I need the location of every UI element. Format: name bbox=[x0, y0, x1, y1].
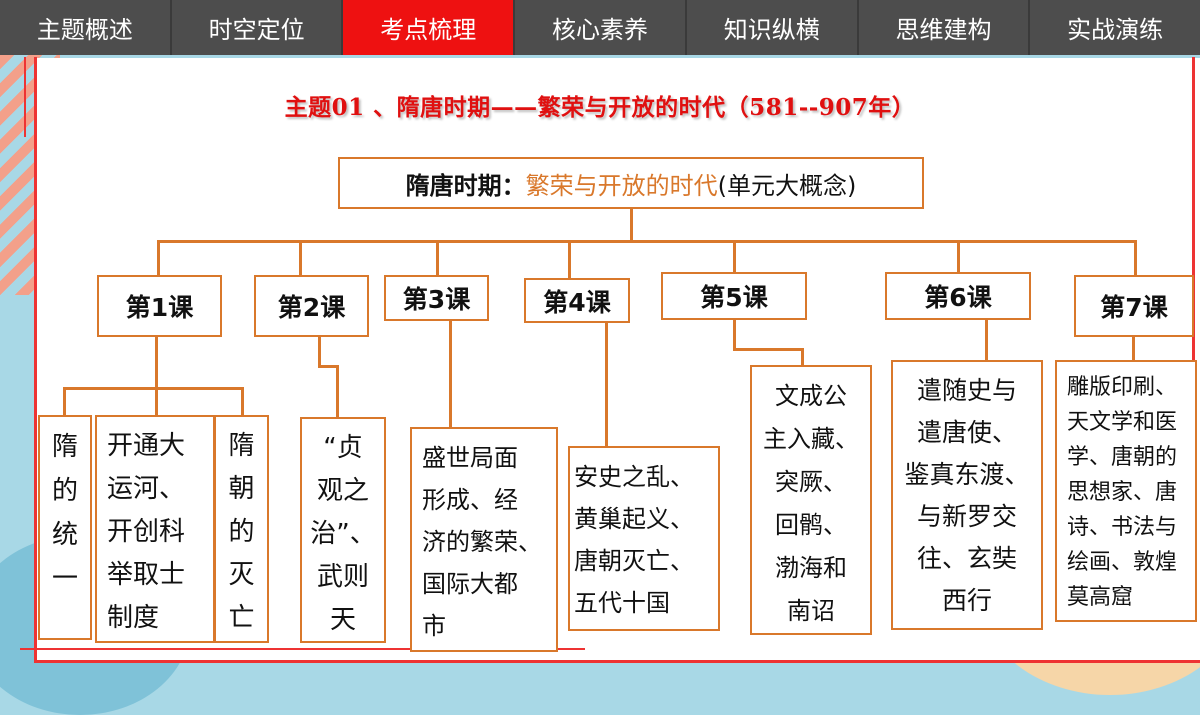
connector-line bbox=[1132, 337, 1135, 362]
connector-line bbox=[985, 320, 988, 362]
connector-line bbox=[630, 209, 633, 241]
connector-line bbox=[299, 240, 302, 275]
tab-timeline[interactable]: 时空定位 bbox=[171, 0, 344, 55]
content-lesson1-fall: 隋 朝 的 灭 亡 bbox=[214, 415, 269, 643]
tab-key-points[interactable]: 考点梳理 bbox=[343, 0, 516, 55]
lesson-7-box: 第7课 bbox=[1074, 275, 1194, 337]
content-lesson1-unification: 隋 的 统 一 bbox=[38, 415, 92, 640]
connector-line bbox=[318, 337, 321, 367]
connector-line bbox=[801, 348, 804, 366]
connector-line bbox=[155, 387, 158, 415]
root-concept-box: 隋唐时期： 繁荣与开放的时代 (单元大概念) bbox=[338, 157, 924, 209]
connector-line bbox=[241, 387, 244, 415]
connector-line bbox=[318, 365, 338, 368]
connector-line bbox=[568, 240, 571, 278]
content-lesson7: 雕版印刷、 天文学和医 学、唐朝的 思想家、唐 诗、书法与 绘画、敦煌 莫高窟 bbox=[1055, 360, 1197, 622]
lesson-2-box: 第2课 bbox=[254, 275, 369, 337]
connector-line bbox=[63, 387, 243, 390]
page-title: 主题01 、隋唐时期——繁荣与开放的时代（581--907年） bbox=[284, 94, 916, 121]
connector-line bbox=[157, 240, 160, 275]
connector-line bbox=[957, 240, 960, 272]
lesson-1-box: 第1课 bbox=[97, 275, 222, 337]
connector-line bbox=[733, 240, 736, 272]
tab-practice[interactable]: 实战演练 bbox=[1030, 0, 1200, 55]
content-lesson2: “贞 观之 治”、 武则 天 bbox=[300, 417, 386, 643]
lesson-4-box: 第4课 bbox=[524, 278, 630, 323]
tab-overview[interactable]: 主题概述 bbox=[0, 0, 172, 55]
connector-line bbox=[63, 387, 66, 415]
content-lesson6: 遣随史与 遣唐使、 鉴真东渡、 与新罗交 往、玄奘 西行 bbox=[891, 360, 1043, 630]
content-lesson4: 安史之乱、 黄巢起义、 唐朝灭亡、 五代十国 bbox=[568, 446, 720, 631]
root-label: 隋唐时期： bbox=[405, 171, 526, 200]
connector-line bbox=[1134, 240, 1137, 275]
connector-line bbox=[336, 365, 339, 417]
content-lesson1-canal-exam: 开通大 运河、 开创科 举取士 制度 bbox=[95, 415, 215, 643]
connector-line bbox=[155, 337, 158, 389]
lesson-6-box: 第6课 bbox=[885, 272, 1031, 320]
frame-line-left bbox=[34, 57, 37, 663]
tab-mind-map[interactable]: 思维建构 bbox=[858, 0, 1031, 55]
content-lesson5: 文成公 主入藏、 突厥、 回鹘、 渤海和 南诏 bbox=[750, 365, 872, 635]
lesson-5-box: 第5课 bbox=[661, 272, 807, 320]
nav-tabs: 主题概述 时空定位 考点梳理 核心素养 知识纵横 思维建构 实战演练 bbox=[0, 0, 1200, 55]
connector-line bbox=[436, 240, 439, 276]
connector-line bbox=[449, 321, 452, 427]
root-accent: 繁荣与开放的时代 bbox=[525, 171, 718, 200]
connector-line bbox=[733, 348, 803, 351]
connector-line bbox=[157, 240, 1137, 243]
lesson-3-box: 第3课 bbox=[384, 275, 489, 321]
root-paren: (单元大概念) bbox=[717, 171, 857, 200]
tab-knowledge[interactable]: 知识纵横 bbox=[686, 0, 859, 55]
content-lesson3: 盛世局面 形成、经 济的繁荣、 国际大都 市 bbox=[410, 427, 558, 652]
frame-line-bottom bbox=[34, 660, 1200, 663]
connector-line bbox=[605, 323, 608, 446]
connector-line bbox=[733, 320, 736, 350]
tab-core-literacy[interactable]: 核心素养 bbox=[515, 0, 687, 55]
